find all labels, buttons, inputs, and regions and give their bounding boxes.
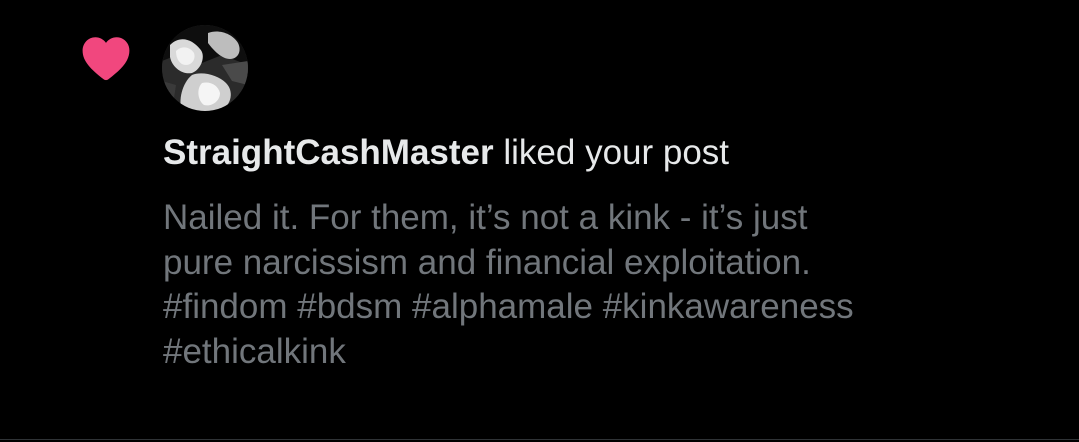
notification-headline: StraightCashMaster liked your post — [163, 130, 1063, 176]
divider — [0, 439, 1079, 440]
like-notification[interactable]: StraightCashMaster liked your post Naile… — [0, 0, 1079, 440]
post-text-line: Nailed it. For them, it’s not a kink - i… — [163, 198, 808, 237]
post-hashtags-line: #findom #bdsm #alphamale #kinkawareness — [163, 287, 854, 326]
post-text-line: pure narcissism and financial exploitati… — [163, 242, 811, 282]
post-hashtags-line: #ethicalkink — [163, 331, 346, 371]
avatar[interactable] — [162, 25, 248, 111]
heart-icon — [80, 34, 132, 82]
action-text: liked your post — [493, 133, 730, 172]
username-link[interactable]: StraightCashMaster — [163, 133, 494, 172]
liked-post-text[interactable]: Nailed it. For them, it’s not a kink - i… — [163, 196, 1063, 374]
